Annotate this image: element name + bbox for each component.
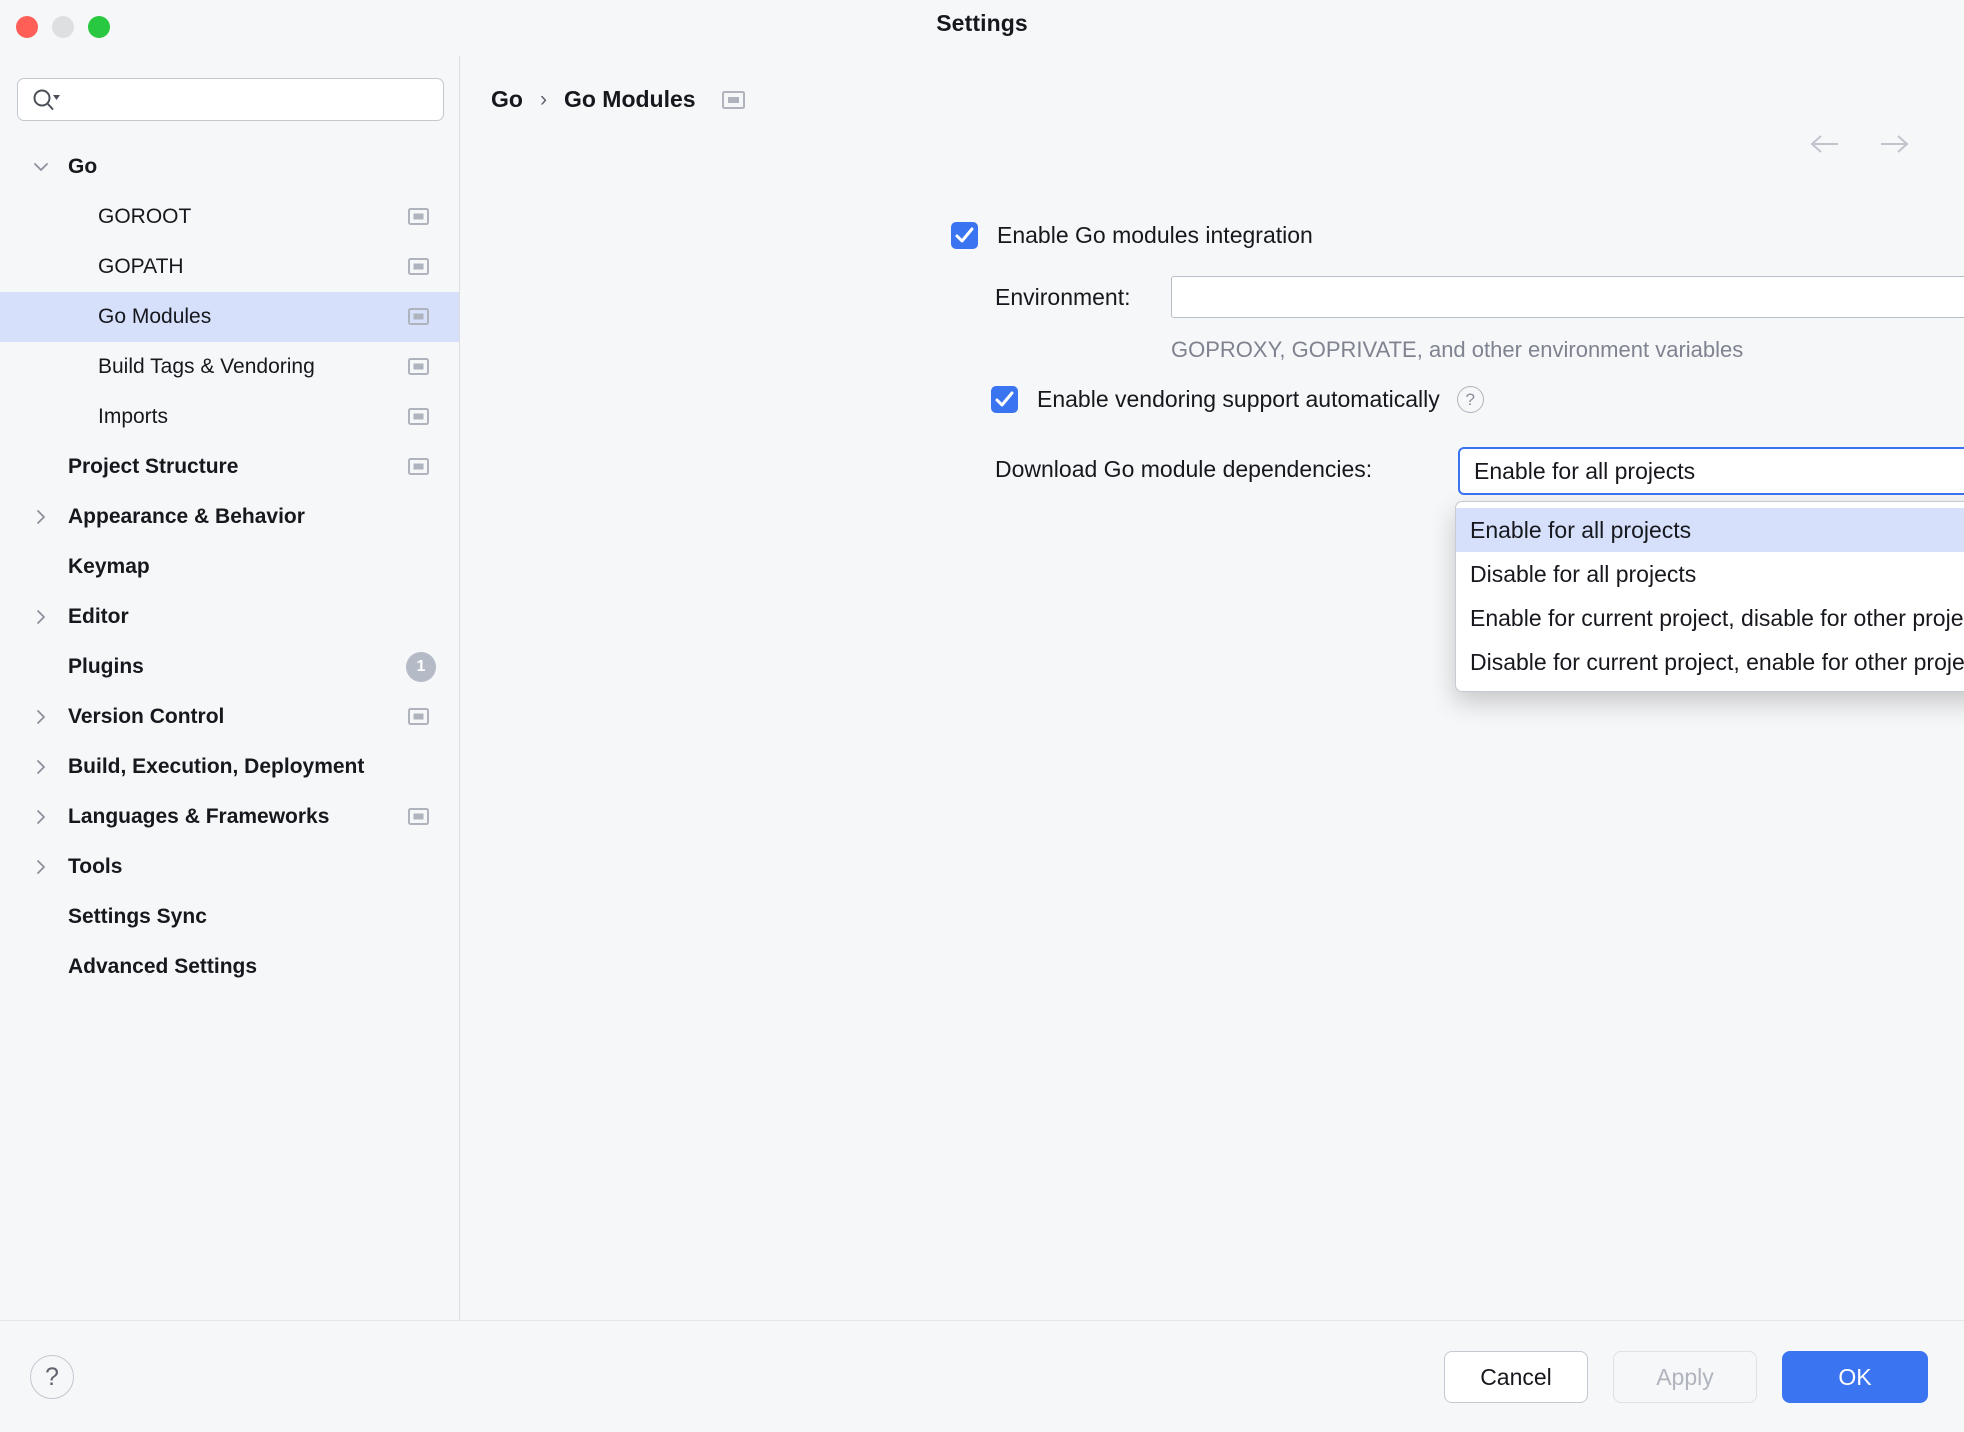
search-field-wrapper (17, 78, 444, 121)
back-arrow-icon[interactable] (1808, 132, 1842, 156)
window-icon (408, 808, 429, 825)
sidebar-item-label: Plugins (68, 655, 144, 678)
sidebar-item-imports[interactable]: Imports (0, 392, 459, 442)
breadcrumb-separator: › (539, 87, 547, 111)
sidebar-item-label: Appearance & Behavior (68, 505, 305, 528)
chevron-right-icon[interactable] (33, 859, 49, 875)
enable-vendoring-label: Enable vendoring support automatically (1037, 386, 1440, 412)
enable-vendoring-checkbox[interactable] (991, 386, 1018, 413)
sidebar-item-label: Build Tags & Vendoring (98, 355, 315, 378)
window-icon (408, 458, 429, 475)
ok-button[interactable]: OK (1782, 1351, 1928, 1403)
vendoring-help-icon[interactable]: ? (1456, 386, 1484, 413)
sidebar-item-appearance-behavior[interactable]: Appearance & Behavior (0, 492, 459, 542)
sidebar-item-label: Editor (68, 605, 129, 628)
sidebar-item-go-modules[interactable]: Go Modules (0, 292, 459, 342)
help-button[interactable]: ? (30, 1355, 74, 1399)
dropdown-option[interactable]: Enable for all projects (1456, 508, 1964, 552)
window-icon (721, 90, 745, 109)
sidebar-item-plugins[interactable]: Plugins 1 (0, 642, 459, 692)
window-icon (408, 208, 429, 225)
chevron-right-icon[interactable] (33, 759, 49, 775)
sidebar-item-label: GOPATH (98, 255, 184, 278)
enable-go-modules-row[interactable]: Enable Go modules integration (951, 222, 1313, 249)
window-icon (408, 708, 429, 725)
chevron-right-icon[interactable] (33, 609, 49, 625)
sidebar-item-languages-frameworks[interactable]: Languages & Frameworks (0, 792, 459, 842)
forward-arrow-icon[interactable] (1877, 132, 1911, 156)
settings-window: Settings Go GOROOT GOPATH Go Modules Build T… (0, 0, 1964, 1432)
download-dependencies-value: Enable for all projects (1474, 458, 1696, 484)
sidebar-item-build-execution-deployment[interactable]: Build, Execution, Deployment (0, 742, 459, 792)
breadcrumb-current: Go Modules (563, 86, 696, 112)
plugins-update-badge: 1 (406, 652, 436, 682)
window-title: Settings (936, 10, 1028, 36)
chevron-right-icon[interactable] (33, 709, 49, 725)
window-icon (408, 408, 429, 425)
chevron-down-icon[interactable] (33, 159, 49, 175)
sidebar-item-label: Project Structure (68, 455, 239, 478)
chevron-right-icon[interactable] (33, 509, 49, 525)
search-input[interactable] (66, 79, 436, 120)
sidebar-item-label: GOROOT (98, 205, 192, 228)
sidebar-item-version-control[interactable]: Version Control (0, 692, 459, 742)
environment-hint: GOPROXY, GOPRIVATE, and other environmen… (1171, 337, 1744, 362)
sidebar-item-label: Settings Sync (68, 905, 207, 928)
sidebar-item-label: Imports (98, 405, 169, 428)
enable-vendoring-row[interactable]: Enable vendoring support automatically ? (991, 386, 1484, 413)
download-dependencies-combobox[interactable]: Enable for all projects (1458, 447, 1964, 495)
window-icon (408, 308, 429, 325)
download-dependencies-label: Download Go module dependencies: (995, 456, 1373, 482)
sidebar-item-tools[interactable]: Tools (0, 842, 459, 892)
sidebar-item-label: Languages & Frameworks (68, 805, 330, 828)
sidebar-item-advanced-settings[interactable]: Advanced Settings (0, 942, 459, 992)
sidebar-item-goroot[interactable]: GOROOT (0, 192, 459, 242)
window-icon (408, 358, 429, 375)
sidebar-item-keymap[interactable]: Keymap (0, 542, 459, 592)
sidebar-item-label: Keymap (68, 555, 150, 578)
sidebar-item-label: Go (68, 155, 98, 178)
sidebar-item-label: Build, Execution, Deployment (68, 755, 365, 778)
sidebar-item-label: Go Modules (98, 305, 212, 328)
search-box[interactable] (17, 78, 444, 121)
environment-field[interactable] (1171, 276, 1964, 318)
sidebar-item-label: Advanced Settings (68, 955, 258, 978)
breadcrumb: Go › Go Modules (491, 86, 745, 113)
sidebar-item-editor[interactable]: Editor (0, 592, 459, 642)
cancel-button[interactable]: Cancel (1444, 1351, 1588, 1403)
dropdown-option[interactable]: Disable for current project, enable for … (1456, 640, 1964, 684)
apply-button: Apply (1613, 1351, 1757, 1403)
sidebar-item-settings-sync[interactable]: Settings Sync (0, 892, 459, 942)
settings-main-panel: Go › Go Modules Enable Go modules integr… (461, 56, 1964, 1320)
settings-sidebar: Go GOROOT GOPATH Go Modules Build Tags & Ven… (0, 56, 460, 1320)
environment-label: Environment: (995, 284, 1131, 310)
dropdown-option[interactable]: Disable for all projects (1456, 552, 1964, 596)
sidebar-item-label: Tools (68, 855, 123, 878)
dialog-footer: ? Cancel Apply OK (0, 1320, 1964, 1432)
footer-button-group: Cancel Apply OK (1444, 1351, 1928, 1403)
title-bar: Settings (0, 0, 1964, 56)
environment-input[interactable] (1182, 277, 1964, 317)
enable-go-modules-checkbox[interactable] (951, 222, 978, 249)
dropdown-option[interactable]: Enable for current project, disable for … (1456, 596, 1964, 640)
window-icon (408, 258, 429, 275)
download-dependencies-dropdown: Enable for all projects Disable for all p… (1455, 501, 1964, 692)
sidebar-item-gopath[interactable]: GOPATH (0, 242, 459, 292)
sidebar-item-project-structure[interactable]: Project Structure (0, 442, 459, 492)
search-icon (31, 88, 61, 113)
navigation-arrows (1808, 132, 1911, 156)
sidebar-item-build-tags-vendoring[interactable]: Build Tags & Vendoring (0, 342, 459, 392)
settings-tree: Go GOROOT GOPATH Go Modules Build Tags & Ven… (0, 142, 459, 1312)
breadcrumb-root[interactable]: Go (491, 86, 523, 113)
sidebar-item-label: Version Control (68, 705, 225, 728)
sidebar-item-go[interactable]: Go (0, 142, 459, 192)
enable-go-modules-label: Enable Go modules integration (997, 222, 1313, 248)
chevron-right-icon[interactable] (33, 809, 49, 825)
